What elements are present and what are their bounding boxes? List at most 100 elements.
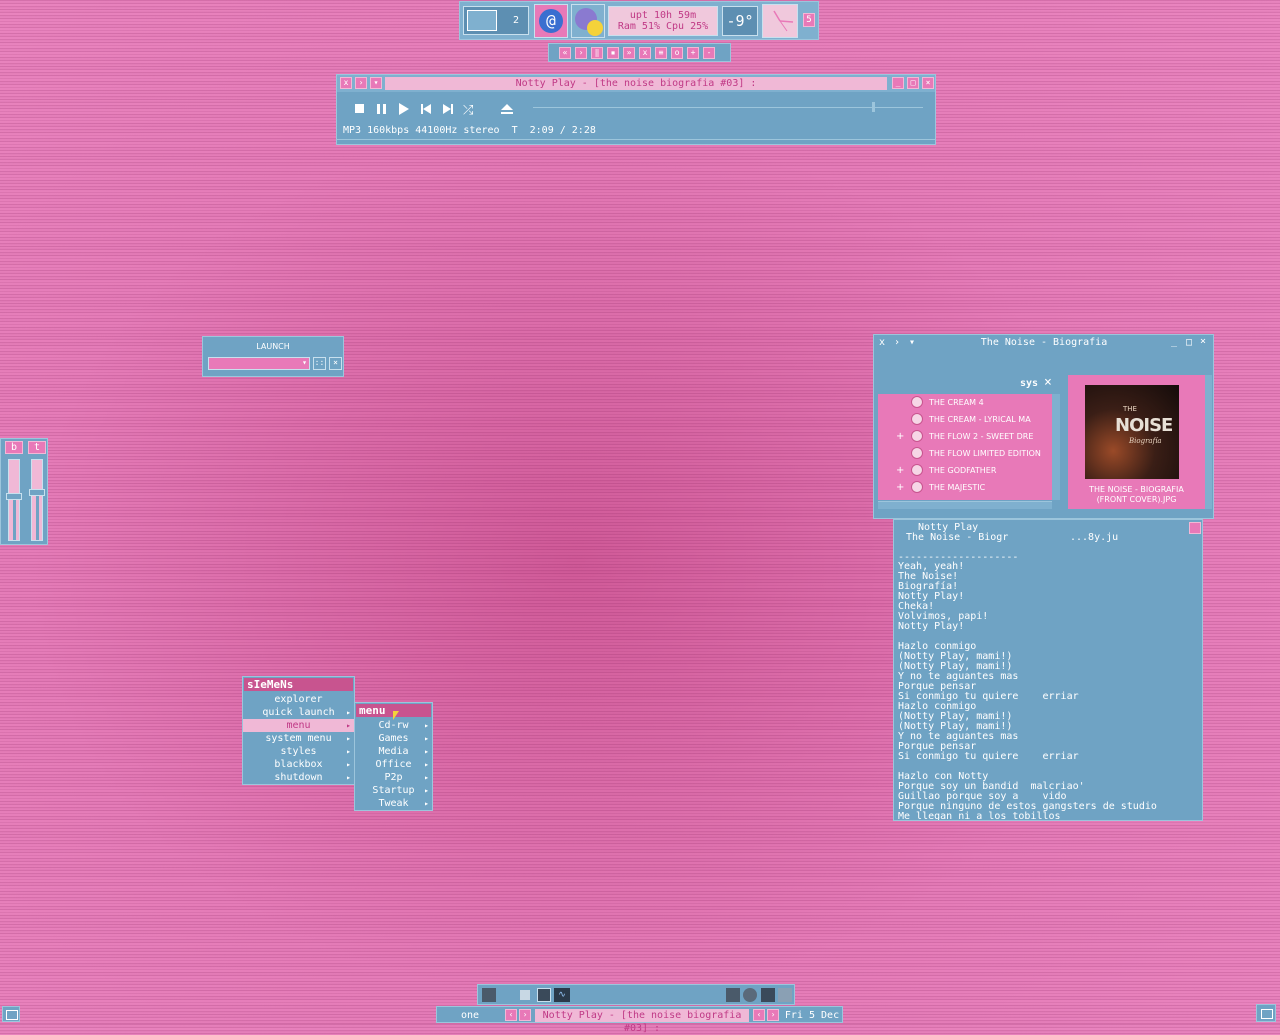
window-shade-icon[interactable]: › xyxy=(355,77,367,89)
tree-item-label: THE CREAM 4 xyxy=(929,398,984,407)
menu-item-blackbox[interactable]: blackbox ▸ xyxy=(243,758,354,771)
tree-item[interactable]: THE CREAM - LYRICAL MA xyxy=(878,411,1052,428)
tray-monitor-icon[interactable] xyxy=(778,988,792,1002)
maximize-icon[interactable]: □ xyxy=(907,77,919,89)
next-workspace-icon[interactable]: › xyxy=(519,1009,531,1021)
menu-item-shutdown[interactable]: shutdown ▸ xyxy=(243,771,354,784)
shuffle-button[interactable]: ⤮ xyxy=(463,103,474,117)
submenu-item-tweak[interactable]: Tweak ▸ xyxy=(355,797,432,810)
lyrics-corner-button[interactable] xyxy=(1189,522,1201,534)
window-menu-icon[interactable]: x xyxy=(879,337,885,348)
next-button[interactable] xyxy=(443,104,453,114)
album-cover-image[interactable]: THE NOISE Biografía xyxy=(1085,385,1179,479)
workspace-number: 2 xyxy=(512,15,520,26)
menu-item-styles[interactable]: styles ▸ xyxy=(243,745,354,758)
eq-icon[interactable]: o xyxy=(671,47,683,59)
tray-network-icon[interactable] xyxy=(726,988,740,1002)
submenu-item-office[interactable]: Office ▸ xyxy=(355,758,432,771)
tree-item[interactable]: + THE FLOW 2 - SWEET DRE xyxy=(878,428,1052,445)
workspace-pager[interactable]: 2 xyxy=(463,6,529,35)
pause-button[interactable] xyxy=(377,104,386,114)
close-icon[interactable]: × xyxy=(922,77,934,89)
cd-icon xyxy=(911,430,923,442)
player-titlebar[interactable]: x › ▾ Notty Play - [the noise biografia … xyxy=(337,75,935,92)
shuffle-icon[interactable]: x xyxy=(639,47,651,59)
previous-button[interactable] xyxy=(421,104,431,114)
submenu-item-media[interactable]: Media ▸ xyxy=(355,745,432,758)
next-icon[interactable]: » xyxy=(623,47,635,59)
volume-up-icon[interactable]: + xyxy=(687,47,699,59)
menu-item-explorer[interactable]: explorer xyxy=(243,693,354,706)
tray-grid-icon[interactable] xyxy=(761,988,775,1002)
tray-settings-icon[interactable] xyxy=(743,988,757,1002)
bottom-right-desktop-icon[interactable] xyxy=(1256,1004,1276,1022)
playlist-icon[interactable]: ≡ xyxy=(655,47,667,59)
minimize-icon[interactable]: _ xyxy=(892,77,904,89)
window-shade-icon[interactable]: › xyxy=(894,337,900,348)
bass-slider-knob[interactable] xyxy=(6,493,22,500)
stop-icon[interactable]: ▪ xyxy=(607,47,619,59)
tree-item[interactable]: THE FLOW LIMITED EDITION xyxy=(878,445,1052,462)
next-task-icon[interactable]: › xyxy=(767,1009,779,1021)
tree-expand-icon[interactable]: + xyxy=(896,462,904,479)
mixer-sliders: b t xyxy=(0,438,48,545)
window-options-icon[interactable]: ▾ xyxy=(370,77,382,89)
prev-icon[interactable]: « xyxy=(559,47,571,59)
window-menu-icon[interactable]: x xyxy=(340,77,352,89)
dropdown-arrow-icon[interactable]: ▾ xyxy=(302,358,307,367)
submenu-item-startup[interactable]: Startup ▸ xyxy=(355,784,432,797)
launch-input[interactable]: ▾ xyxy=(208,357,310,370)
pause-icon[interactable]: ‖ xyxy=(591,47,603,59)
tray-waveform-icon[interactable]: ∿ xyxy=(554,988,570,1002)
tree-close-icon[interactable]: × xyxy=(1044,375,1052,390)
bottom-left-window-icon[interactable] xyxy=(2,1006,20,1022)
play-button[interactable] xyxy=(399,103,409,115)
browser-titlebar[interactable]: x › ▾ The Noise - Biografia _ □ × xyxy=(874,335,1213,351)
treble-slider-knob[interactable] xyxy=(29,489,45,496)
tree-item[interactable]: THE CREAM 4 xyxy=(878,394,1052,411)
menu-item-quick-launch[interactable]: quick launch ▸ xyxy=(243,706,354,719)
email-app-icon[interactable]: @ xyxy=(534,4,568,38)
tray-image-icon[interactable] xyxy=(537,988,551,1002)
stop-button[interactable] xyxy=(355,104,364,113)
play-icon[interactable]: › xyxy=(575,47,587,59)
cover-small-text: THE xyxy=(1123,405,1137,413)
tray-blank-icon[interactable] xyxy=(520,990,530,1000)
resize-grip[interactable] xyxy=(337,139,935,144)
seek-bar[interactable] xyxy=(533,107,923,108)
volume-down-icon[interactable]: - xyxy=(703,47,715,59)
bass-slider-track[interactable] xyxy=(6,459,22,541)
submenu-item-cd-rw[interactable]: Cd-rw ▸ xyxy=(355,719,432,732)
tree-item[interactable]: + THE MAJESTIC xyxy=(878,479,1052,496)
menu-item-system-menu[interactable]: system menu ▸ xyxy=(243,732,354,745)
eject-button[interactable] xyxy=(501,104,513,114)
root-menu-items: explorer quick launch ▸ menu ▸ system menu ▸ st… xyxy=(243,693,354,784)
launch-close-icon[interactable]: × xyxy=(329,357,342,370)
prev-task-icon[interactable]: ‹ xyxy=(753,1009,765,1021)
current-task[interactable]: Notty Play - [the noise biografia #03] : xyxy=(535,1009,749,1034)
tray-app-icon[interactable] xyxy=(482,988,496,1002)
tree-expand-icon[interactable]: + xyxy=(896,479,904,496)
seek-handle[interactable] xyxy=(872,102,876,112)
bass-slider-fill xyxy=(13,496,16,540)
menu-item-menu[interactable]: menu ▸ xyxy=(243,719,354,732)
messenger-app-icon[interactable] xyxy=(571,4,605,38)
minimize-icon[interactable]: _ xyxy=(1171,336,1177,347)
cover-scrollbar[interactable] xyxy=(1205,375,1212,509)
tree-horizontal-scrollbar[interactable] xyxy=(878,501,1052,509)
submenu-item-games[interactable]: Games ▸ xyxy=(355,732,432,745)
workspace-badge[interactable]: 5 xyxy=(803,13,815,27)
launch-grid-icon[interactable]: :: xyxy=(313,357,326,370)
tree-vertical-scrollbar[interactable] xyxy=(1052,394,1060,500)
tree-expand-icon[interactable]: + xyxy=(896,428,904,445)
tree-item[interactable]: + THE GODFATHER xyxy=(878,462,1052,479)
treble-slider-track[interactable] xyxy=(29,459,45,541)
submenu-item-p2p[interactable]: P2p ▸ xyxy=(355,771,432,784)
close-icon[interactable]: × xyxy=(1200,336,1206,347)
window-options-icon[interactable]: ▾ xyxy=(909,337,915,348)
workspace-label[interactable]: one xyxy=(439,1009,501,1022)
prev-workspace-icon[interactable]: ‹ xyxy=(505,1009,517,1021)
submenu-item-label: P2p xyxy=(384,772,403,783)
player-window: x › ▾ Notty Play - [the noise biografia … xyxy=(336,74,936,145)
maximize-icon[interactable]: □ xyxy=(1186,337,1192,348)
